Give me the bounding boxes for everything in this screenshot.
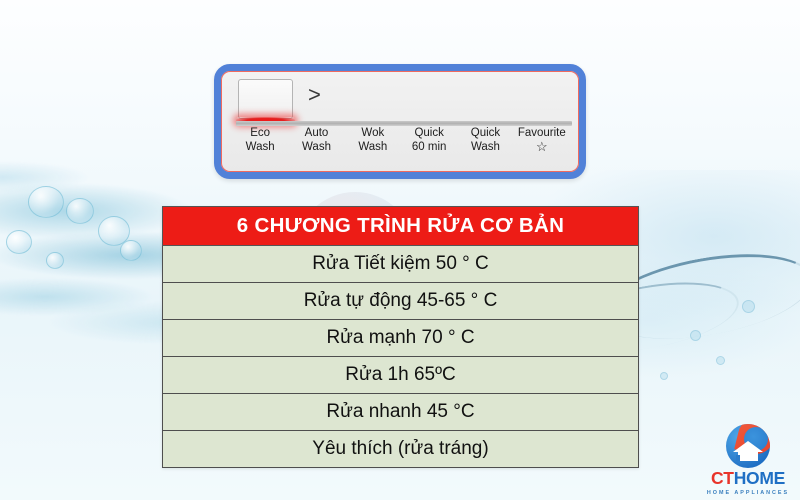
program-eco-wash-line1: Eco xyxy=(250,127,271,139)
table-row: Rửa tự động 45-65 ° C xyxy=(162,282,639,320)
program-row-1h: Rửa 1h 65ºC xyxy=(162,356,639,394)
bubble-icon xyxy=(120,240,142,261)
program-quick-wash[interactable]: Quick Wash xyxy=(457,126,513,154)
program-row-auto: Rửa tự động 45-65 ° C xyxy=(162,282,639,320)
program-auto-wash[interactable]: Auto Wash xyxy=(288,126,344,154)
table-row: Yêu thích (rửa tráng) xyxy=(162,430,639,468)
program-row-favourite: Yêu thích (rửa tráng) xyxy=(162,430,639,468)
program-row-intensive: Rửa mạnh 70 ° C xyxy=(162,319,639,357)
droplet-icon xyxy=(690,330,701,341)
cthome-logo: CTHOME HOME APPLIANCES xyxy=(700,424,796,496)
table-row: Rửa mạnh 70 ° C xyxy=(162,319,639,357)
program-wok-wash[interactable]: Wok Wash xyxy=(345,126,401,154)
program-label-row: Eco Wash Auto Wash Wok Wash Quick 60 min… xyxy=(222,126,578,154)
table-row: Rửa Tiết kiệm 50 ° C xyxy=(162,245,639,283)
dishwasher-control-panel: > Eco Wash Auto Wash Wok Wash Quick 60 m… xyxy=(214,64,586,179)
droplet-icon xyxy=(742,300,755,313)
bubble-icon xyxy=(98,216,130,246)
logo-wordmark-home: HOME xyxy=(733,468,786,488)
program-favourite-line1: Favourite xyxy=(517,127,566,139)
logo-wordmark: CTHOME xyxy=(700,468,796,488)
star-icon[interactable]: ☆ xyxy=(514,140,570,154)
droplet-icon xyxy=(716,356,725,365)
program-quick-60min-line2: 60 min xyxy=(411,141,447,153)
wash-programs-table: 6 CHƯƠNG TRÌNH RỬA CƠ BẢN Rửa Tiết kiệm … xyxy=(162,206,639,468)
table-row: Rửa 1h 65ºC xyxy=(162,356,639,394)
program-quick-wash-line1: Quick xyxy=(470,127,501,139)
program-eco-wash-line2: Wash xyxy=(245,141,275,153)
program-display-button[interactable] xyxy=(238,79,293,119)
program-wok-wash-line1: Wok xyxy=(361,127,385,139)
table-header-row: 6 CHƯƠNG TRÌNH RỬA CƠ BẢN xyxy=(162,206,639,246)
program-wok-wash-line2: Wash xyxy=(358,141,388,153)
droplet-icon xyxy=(660,372,668,380)
control-panel-display-row: > xyxy=(222,72,578,126)
table-body: Rửa Tiết kiệm 50 ° C Rửa tự động 45-65 °… xyxy=(162,245,639,468)
table-title: 6 CHƯƠNG TRÌNH RỬA CƠ BẢN xyxy=(162,206,639,246)
program-quick-60min-line1: Quick xyxy=(414,127,444,139)
house-notch-icon xyxy=(736,455,740,461)
control-panel-face: > Eco Wash Auto Wash Wok Wash Quick 60 m… xyxy=(221,71,579,172)
program-auto-wash-line1: Auto xyxy=(304,127,329,139)
bubble-icon xyxy=(6,230,32,254)
program-auto-wash-line2: Wash xyxy=(302,141,331,153)
bubble-icon xyxy=(28,186,64,218)
bubble-icon xyxy=(66,198,94,224)
table-row: Rửa nhanh 45 °C xyxy=(162,393,639,431)
table-header: 6 CHƯƠNG TRÌNH RỬA CƠ BẢN xyxy=(162,206,639,246)
program-eco-wash[interactable]: Eco Wash xyxy=(232,126,288,154)
logo-mark-icon xyxy=(726,424,770,468)
program-quick-60min[interactable]: Quick 60 min xyxy=(401,126,457,154)
logo-wordmark-ct: CT xyxy=(710,468,734,488)
program-favourite[interactable]: Favourite ☆ xyxy=(514,126,570,154)
bubble-icon xyxy=(46,252,64,269)
chevron-right-icon[interactable]: > xyxy=(308,84,321,106)
infographic-canvas: CTHOME HOME APPLIANCES > Eco Wash Auto W… xyxy=(0,0,800,500)
program-row-eco: Rửa Tiết kiệm 50 ° C xyxy=(162,245,639,283)
house-body-icon xyxy=(736,451,758,461)
program-quick-wash-line2: Wash xyxy=(470,141,500,153)
program-row-quick: Rửa nhanh 45 °C xyxy=(162,393,639,431)
logo-tagline: HOME APPLIANCES xyxy=(706,489,790,496)
